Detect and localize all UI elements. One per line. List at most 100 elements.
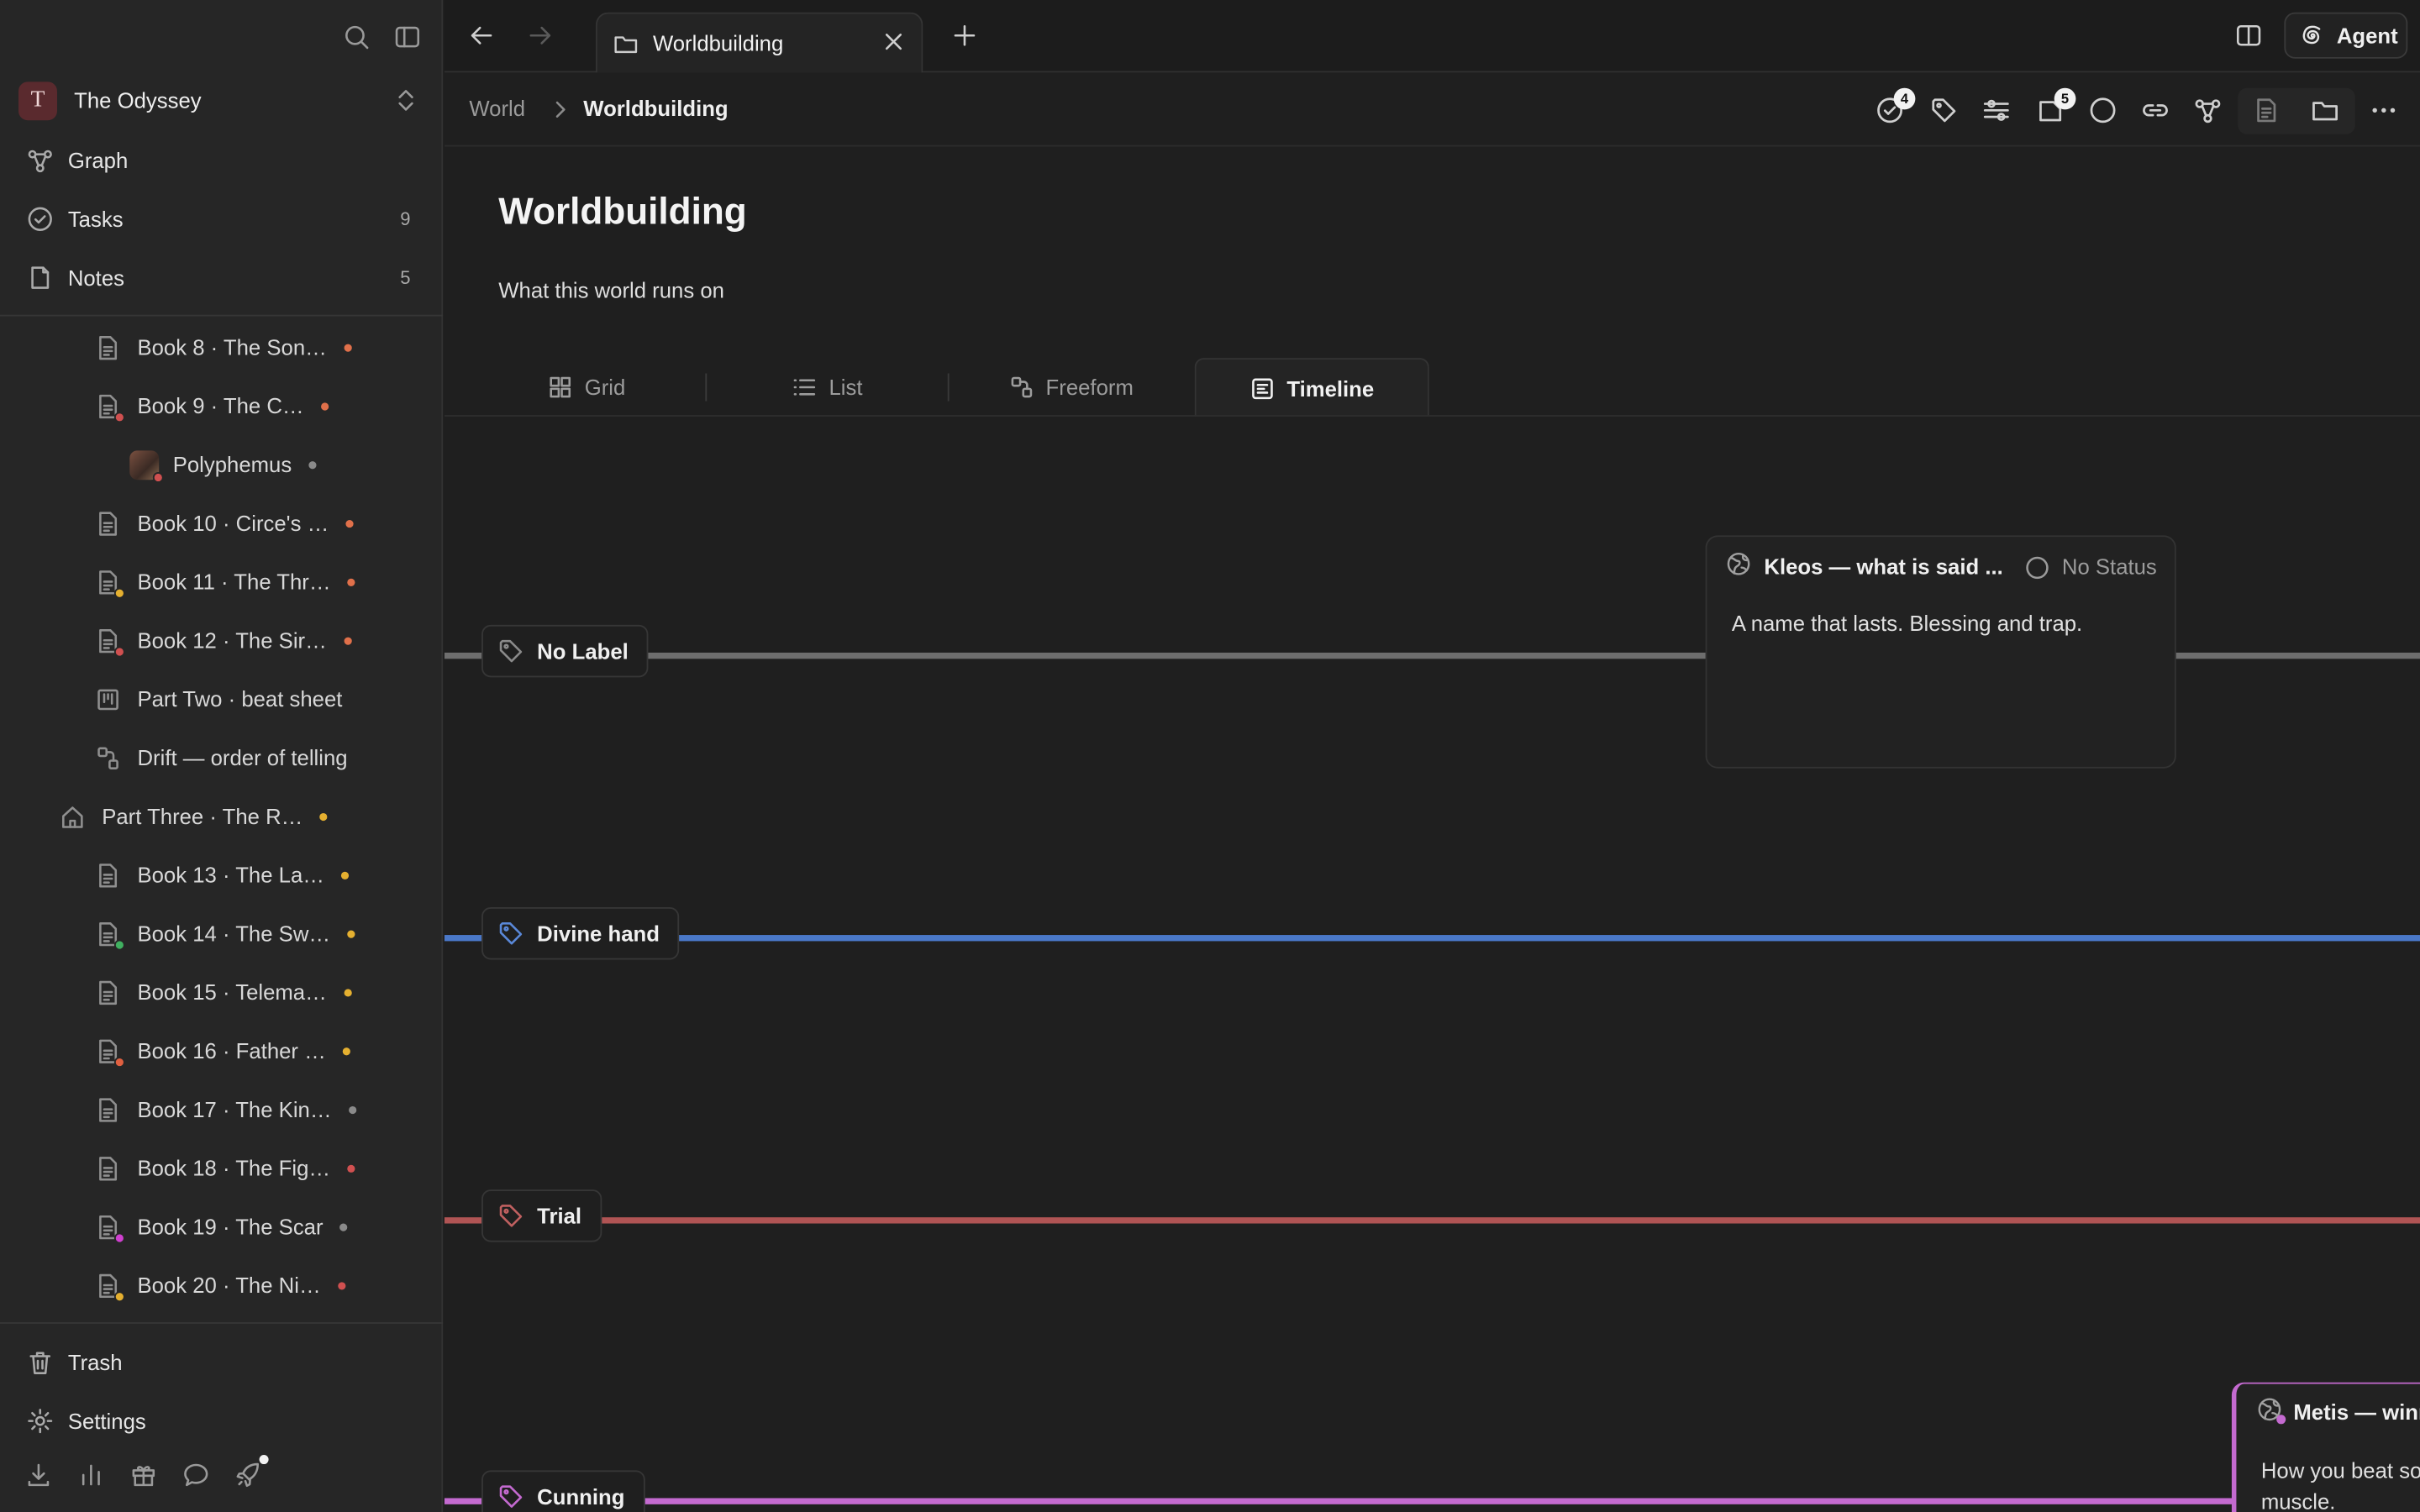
document-panel-icon[interactable] <box>2252 96 2281 125</box>
lane-label-no-label[interactable]: No Label <box>481 624 649 678</box>
timeline-icon <box>1249 375 1274 400</box>
workspace-avatar: T <box>18 81 57 120</box>
page-header: World Worldbuilding 4 5 <box>444 74 2420 147</box>
filter-sliders-icon[interactable] <box>1981 96 2011 125</box>
avatar <box>129 449 164 482</box>
list-label: List <box>829 375 863 400</box>
sidebar-tree-item[interactable]: Book 8 · The Son… <box>96 328 352 365</box>
color-dot <box>345 519 354 528</box>
sidebar-tree-item[interactable]: Polyphemus <box>129 446 317 483</box>
link-icon[interactable] <box>2141 96 2170 125</box>
new-tab-plus-icon[interactable] <box>950 22 978 50</box>
stats-icon[interactable] <box>77 1461 105 1488</box>
nav-notes-label: Notes <box>67 265 125 291</box>
check-circle-icon <box>26 205 54 233</box>
rocket-icon[interactable] <box>234 1455 269 1488</box>
folder-panel-icon[interactable] <box>2311 96 2340 125</box>
sidebar-tree-item[interactable]: Part Three · The R… <box>60 798 328 835</box>
globe-icon <box>1725 551 1751 577</box>
sidebar-tree-item[interactable]: Book 12 · The Sir… <box>96 622 352 659</box>
tag-icon <box>497 1483 524 1510</box>
notes-count: 5 <box>400 266 411 289</box>
color-dot <box>344 343 352 351</box>
sidebar-tree-item-label: Book 14 · The Sw… <box>137 921 331 946</box>
tab-title: Worldbuilding <box>652 30 784 56</box>
graph-icon[interactable] <box>2193 96 2223 125</box>
sidebar-tree-item[interactable]: Book 9 · The C… <box>96 387 329 424</box>
tag-icon[interactable] <box>1929 96 1959 125</box>
back-arrow-icon[interactable] <box>468 22 496 50</box>
nav-notes[interactable]: Notes 5 <box>26 258 424 298</box>
notification-dot <box>259 1455 269 1465</box>
close-icon[interactable] <box>881 29 906 54</box>
home-icon <box>60 803 85 829</box>
sidebar-tree-item[interactable]: Part Two · beat sheet <box>96 680 343 717</box>
settings-label: Settings <box>67 1408 146 1434</box>
trash-label: Trash <box>67 1350 123 1375</box>
nav-settings[interactable]: Settings <box>26 1401 397 1441</box>
doc-icon <box>96 1272 125 1302</box>
view-tab-list[interactable]: List <box>710 358 944 417</box>
sidebar-tree-item[interactable]: Book 16 · Father … <box>96 1032 351 1069</box>
color-dot <box>308 460 317 469</box>
timeline-card-metis[interactable]: Metis — winn How you beat so muscle. <box>2231 1382 2420 1512</box>
tasks-check-icon[interactable]: 4 <box>1876 87 1916 125</box>
breadcrumb-current[interactable]: Worldbuilding <box>583 96 728 120</box>
view-tab-freeform[interactable]: Freeform <box>952 358 1190 417</box>
doc-icon <box>96 862 120 888</box>
chevron-updown-icon <box>395 88 417 113</box>
forward-arrow-icon[interactable] <box>526 22 554 50</box>
sidebar-tree-item[interactable]: Book 18 · The Fig… <box>96 1149 355 1186</box>
color-dot <box>347 929 355 937</box>
sidebar-tree-item[interactable]: Book 20 · The Ni… <box>96 1267 346 1304</box>
download-icon[interactable] <box>24 1461 52 1488</box>
lane-label-cunning[interactable]: Cunning <box>481 1470 645 1512</box>
sidebar-tree-item[interactable]: Book 11 · The Thr… <box>96 563 355 600</box>
nav-tasks[interactable]: Tasks 9 <box>26 199 424 239</box>
more-options-icon[interactable] <box>2369 96 2398 125</box>
doc-icon <box>96 392 125 423</box>
gift-icon[interactable] <box>129 1461 157 1488</box>
sidebar-tree-item[interactable]: Drift — order of telling <box>96 739 348 776</box>
agent-label: Agent <box>2336 23 2398 48</box>
breadcrumb-parent[interactable]: World <box>469 96 525 120</box>
status-dot <box>113 645 125 657</box>
view-tab-timeline[interactable]: Timeline <box>1194 358 1429 417</box>
agent-button[interactable]: Agent <box>2284 12 2408 59</box>
status-dot <box>113 1290 125 1302</box>
workspace-name: The Odyssey <box>74 87 202 113</box>
chat-icon[interactable] <box>182 1461 210 1488</box>
sidebar-tree-item-label: Book 17 · The Kin… <box>137 1096 332 1122</box>
sidebar-tree-item[interactable]: Book 15 · Telema… <box>96 974 352 1011</box>
sidebar-tree-item[interactable]: Book 14 · The Sw… <box>96 915 355 952</box>
lane-label-trial[interactable]: Trial <box>481 1189 602 1242</box>
graph-icon <box>26 146 54 174</box>
lane-label-text: Trial <box>537 1203 582 1229</box>
color-dot <box>320 402 329 410</box>
sidebar-tree-item-label: Book 11 · The Thr… <box>137 569 331 595</box>
color-dot <box>348 1105 356 1114</box>
search-icon[interactable] <box>343 24 371 51</box>
nav-trash[interactable]: Trash <box>26 1342 397 1383</box>
sidebar-tree-item[interactable]: Book 17 · The Kin… <box>96 1091 356 1128</box>
split-view-icon[interactable] <box>2235 22 2263 50</box>
sidebar-tree-item[interactable]: Book 19 · The Scar <box>96 1208 348 1245</box>
tab-worldbuilding[interactable]: Worldbuilding <box>595 12 923 73</box>
status-dot <box>2276 1415 2286 1425</box>
sidebar-tree-item[interactable]: Book 13 · The La… <box>96 856 350 893</box>
tag-icon <box>497 920 524 948</box>
status-circle-icon[interactable] <box>2088 96 2118 125</box>
tag-icon <box>497 1202 524 1230</box>
pages-icon[interactable]: 5 <box>2036 87 2076 125</box>
color-dot <box>347 577 355 586</box>
card-title: Kleos — what is said ... <box>1764 554 2003 579</box>
lane-label-divine-hand[interactable]: Divine hand <box>481 907 680 960</box>
workspace-switcher[interactable]: T The Odyssey <box>18 81 423 121</box>
card-body-line2: muscle. <box>2260 1488 2336 1512</box>
sidebar-toggle-icon[interactable] <box>393 24 421 51</box>
sidebar-tree-item[interactable]: Book 10 · Circe's … <box>96 505 354 542</box>
nav-graph[interactable]: Graph <box>26 140 424 181</box>
timeline-card-kleos[interactable]: Kleos — what is said ... No Status A nam… <box>1705 535 2176 769</box>
card-status[interactable]: No Status <box>2062 554 2157 578</box>
view-tab-grid[interactable]: Grid <box>469 358 703 417</box>
